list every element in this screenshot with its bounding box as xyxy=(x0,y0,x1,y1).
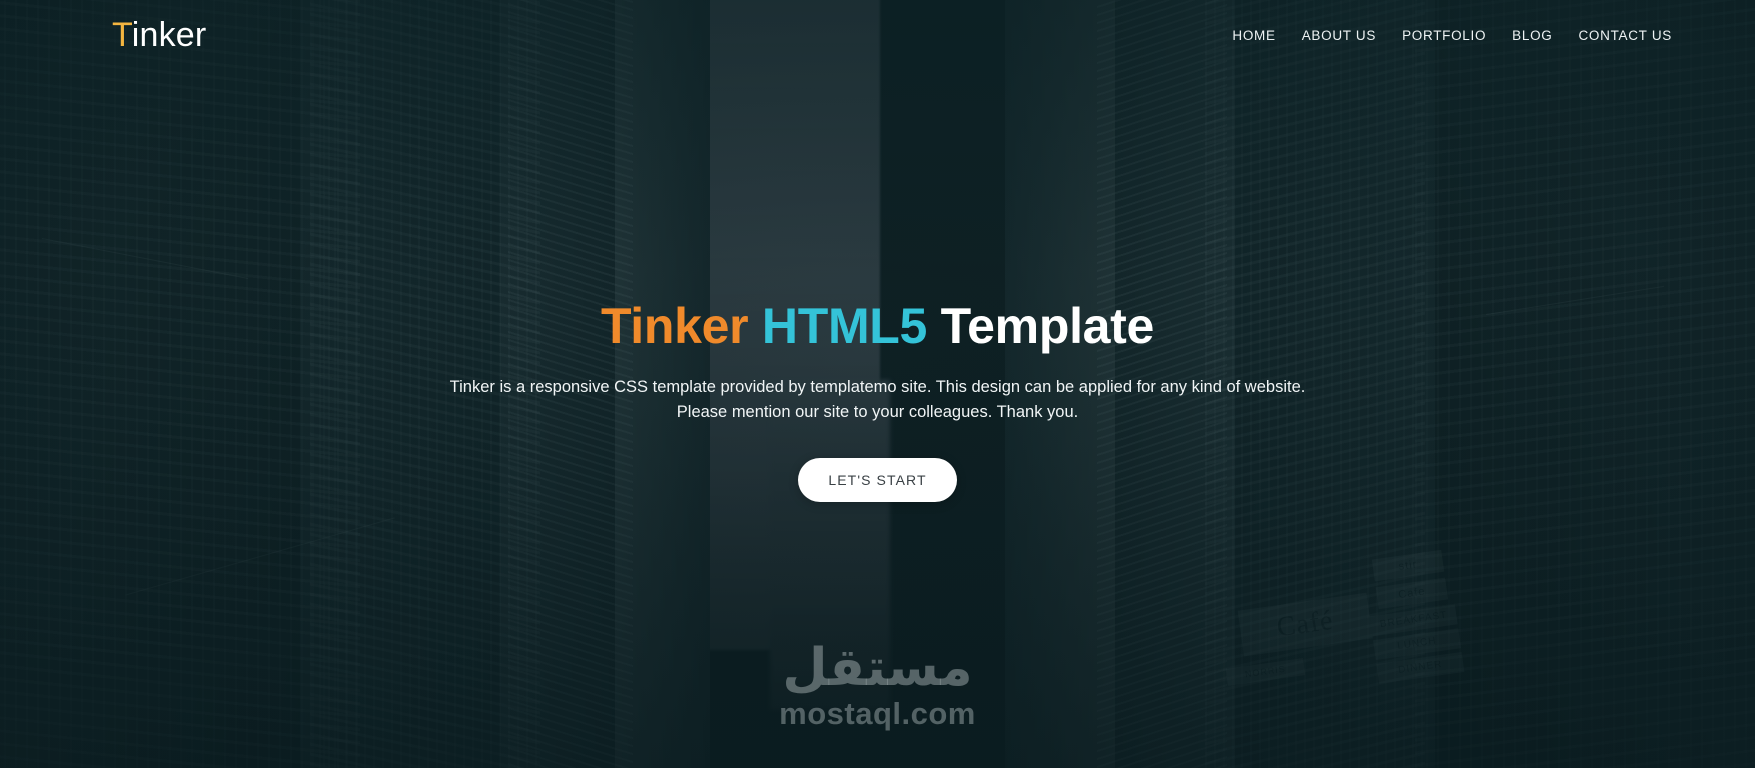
site-header: Tinker HOME ABOUT US PORTFOLIO BLOG CONT… xyxy=(0,0,1755,76)
lets-start-button[interactable]: LET'S START xyxy=(798,457,957,502)
nav-item-contact-us[interactable]: CONTACT US xyxy=(1565,28,1685,43)
headline-word-tinker: Tinker xyxy=(600,298,749,354)
hero-subtitle-line-1: Tinker is a responsive CSS template prov… xyxy=(449,377,1306,396)
hero-section: Café NORRIS stir Cafe BREAKFAST LUNCH DI… xyxy=(0,0,1755,768)
nav-item-blog[interactable]: BLOG xyxy=(1499,28,1565,43)
nav-item-about-us[interactable]: ABOUT US xyxy=(1289,28,1389,43)
hero-cta-wrapper: LET'S START xyxy=(0,457,1755,502)
main-navigation: HOME ABOUT US PORTFOLIO BLOG CONTACT US xyxy=(1219,28,1685,43)
headline-word-html5: HTML5 xyxy=(761,298,928,354)
logo-rest-text: inker xyxy=(131,16,207,54)
headline-word-template: Template xyxy=(940,298,1155,354)
watermark-latin-text: mostaql.com xyxy=(779,696,976,731)
watermark-arabic-text: مستقل xyxy=(782,638,973,698)
logo-accent-letter: T xyxy=(112,16,132,54)
nav-item-home[interactable]: HOME xyxy=(1219,28,1288,43)
hero-headline: Tinker HTML5 Template xyxy=(0,300,1755,353)
hero-content: Tinker HTML5 Template Tinker is a respon… xyxy=(0,300,1755,502)
site-logo[interactable]: Tinker xyxy=(112,16,206,55)
mostaql-watermark: مستقل mostaql.com xyxy=(0,642,1755,732)
nav-item-portfolio[interactable]: PORTFOLIO xyxy=(1389,28,1499,43)
hero-subtitle: Tinker is a responsive CSS template prov… xyxy=(428,375,1328,426)
hero-subtitle-line-2: Please mention our site to your colleagu… xyxy=(676,403,1079,422)
